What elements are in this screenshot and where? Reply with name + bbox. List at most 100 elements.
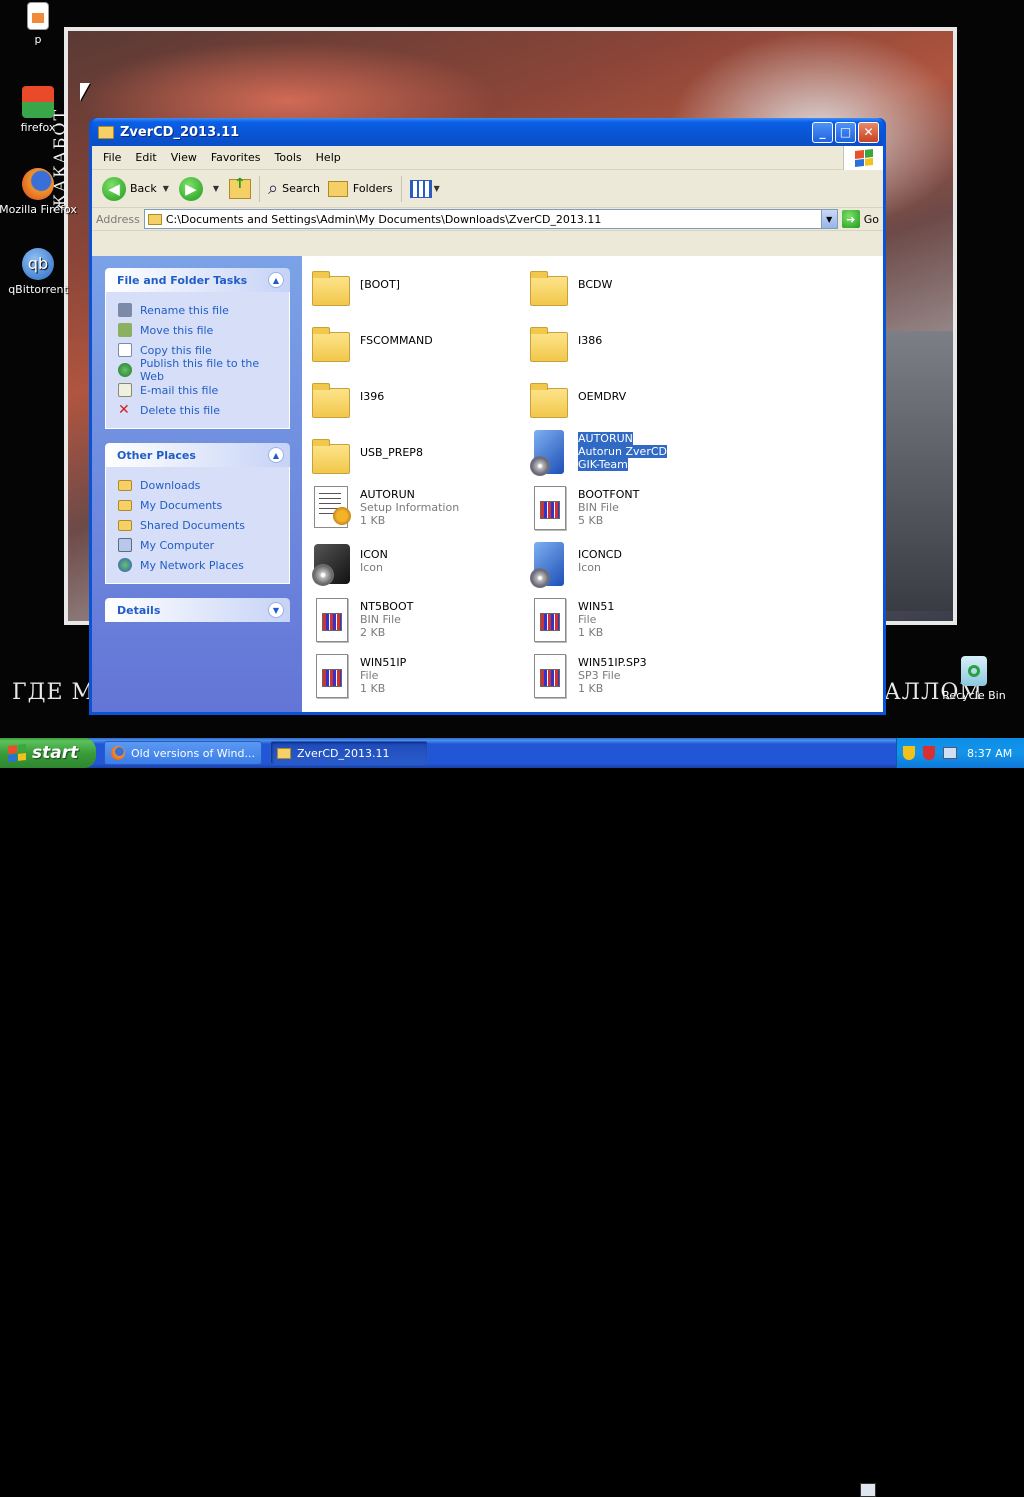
file-size: 2 KB [360, 626, 386, 639]
toolbar-separator [400, 175, 402, 202]
address-dropdown-icon[interactable]: ▼ [820, 210, 837, 228]
disc-icon [310, 540, 352, 588]
place-label: My Network Places [140, 558, 244, 572]
file-item[interactable]: NT5BOOT BIN File 2 KB [310, 596, 520, 648]
details-header[interactable]: Details ▼ [105, 598, 290, 622]
security-alert-icon[interactable] [923, 746, 935, 760]
file-item[interactable]: BOOTFONT BIN File 5 KB [528, 484, 738, 536]
folders-button[interactable]: Folders [324, 174, 397, 204]
menu-file[interactable]: File [96, 151, 128, 164]
search-icon: ⌕ [268, 178, 279, 199]
file-item[interactable]: USB_PREP8 [310, 434, 520, 486]
keyboard-icon[interactable] [860, 1483, 876, 1497]
bin-file-icon [528, 484, 570, 532]
file-item[interactable]: WIN51 File 1 KB [528, 596, 738, 648]
place-my-network[interactable]: My Network Places [118, 555, 281, 575]
task-move[interactable]: Move this file [118, 320, 281, 340]
file-name: ICONCD [578, 548, 622, 561]
start-label: start [32, 743, 79, 763]
file-line3: GIK-Team [578, 458, 628, 471]
recycle-bin-icon [961, 656, 987, 686]
task-label: Copy this file [140, 343, 212, 357]
desktop-icon-firefox[interactable]: firefox [0, 86, 78, 134]
network-tray-icon[interactable] [943, 747, 957, 759]
file-size: 1 KB [360, 514, 386, 527]
back-button[interactable]: ◀ Back [98, 174, 161, 204]
file-folder-tasks-panel: File and Folder Tasks ▲ Rename this file… [105, 268, 290, 429]
minimize-button[interactable]: _ [812, 121, 833, 143]
file-item[interactable]: WIN51IP File 1 KB [310, 652, 520, 704]
task-email[interactable]: E-mail this file [118, 380, 281, 400]
file-item[interactable]: BCDW [528, 266, 738, 318]
menu-view[interactable]: View [164, 151, 204, 164]
expand-chevron-icon[interactable]: ▼ [268, 602, 284, 618]
file-item[interactable]: OEMDRV [528, 378, 738, 430]
desktop-icon-qbittorrent[interactable]: qb qBittorrent [0, 248, 78, 296]
taskbar-button-firefox[interactable]: Old versions of Wind... [104, 741, 262, 765]
go-button[interactable]: ➜ Go [841, 210, 879, 228]
file-list: [BOOT] BCDW FSCOMMAND I386 I396 OEMDRV U… [302, 256, 883, 712]
place-downloads[interactable]: Downloads [118, 475, 281, 495]
close-button[interactable]: ✕ [858, 121, 879, 143]
window-titlebar[interactable]: ZverCD_2013.11 _ □ ✕ [92, 118, 883, 146]
place-shared-documents[interactable]: Shared Documents [118, 515, 281, 535]
place-my-computer[interactable]: My Computer [118, 535, 281, 555]
views-button[interactable]: ▼ [406, 174, 450, 204]
collapse-chevron-icon[interactable]: ▲ [268, 447, 284, 463]
collapse-chevron-icon[interactable]: ▲ [268, 272, 284, 288]
folder-icon [310, 378, 352, 426]
back-label: Back [130, 182, 157, 195]
task-publish[interactable]: Publish this file to the Web [118, 357, 281, 383]
menu-edit[interactable]: Edit [128, 151, 163, 164]
task-label: Rename this file [140, 303, 229, 317]
task-delete[interactable]: ✕ Delete this file [118, 400, 281, 420]
address-label: Address [96, 212, 140, 226]
address-field[interactable]: C:\Documents and Settings\Admin\My Docum… [143, 209, 838, 229]
desktop-icon-p[interactable]: p [0, 2, 78, 46]
desktop-icon-recycle-bin[interactable]: Recycle Bin [934, 656, 1014, 702]
forward-dropdown-icon[interactable]: ▼ [213, 184, 219, 193]
file-item[interactable]: ICONCD Icon [528, 540, 738, 592]
start-button[interactable]: start [0, 738, 96, 768]
go-label: Go [863, 212, 879, 226]
search-button[interactable]: ⌕ Search [264, 174, 324, 204]
taskbar-button-explorer[interactable]: ZverCD_2013.11 [270, 741, 428, 765]
maximize-button[interactable]: □ [835, 121, 856, 143]
taskbar: start Old versions of Wind... ZverCD_201… [0, 738, 1024, 1497]
file-folder-tasks-header[interactable]: File and Folder Tasks ▲ [105, 268, 290, 292]
file-item[interactable]: I396 [310, 378, 520, 430]
file-item[interactable]: [BOOT] [310, 266, 520, 318]
bin-file-icon [310, 596, 352, 644]
file-name: WIN51IP.SP3 [578, 656, 647, 669]
file-name: BOOTFONT [578, 488, 640, 501]
forward-button[interactable]: ▶ [175, 174, 211, 204]
file-item[interactable]: I386 [528, 322, 738, 374]
clock[interactable]: 8:37 AM [967, 747, 1012, 760]
desktop-icon-label: Recycle Bin [942, 689, 1006, 702]
up-folder-button[interactable]: ↑ [225, 174, 255, 204]
sp3-file-icon [528, 652, 570, 700]
menu-tools[interactable]: Tools [268, 151, 309, 164]
file-item[interactable]: WIN51IP.SP3 SP3 File 1 KB [528, 652, 738, 704]
computer-icon [118, 538, 132, 552]
globe-icon [118, 363, 132, 377]
folder-icon [310, 322, 352, 370]
file-item[interactable]: FSCOMMAND [310, 322, 520, 374]
go-arrow-icon: ➜ [841, 210, 860, 228]
security-shield-icon[interactable] [903, 746, 915, 760]
folder-icon [528, 322, 570, 370]
menu-favorites[interactable]: Favorites [204, 151, 268, 164]
file-item[interactable]: AUTORUN Setup Information 1 KB [310, 484, 520, 536]
folder-icon [310, 434, 352, 482]
toolbar-separator [259, 175, 261, 202]
place-my-documents[interactable]: My Documents [118, 495, 281, 515]
file-item-selected[interactable]: AUTORUN Autorun ZverCD GIK-Team [528, 428, 738, 480]
other-places-header[interactable]: Other Places ▲ [105, 443, 290, 467]
back-dropdown-icon[interactable]: ▼ [163, 184, 169, 193]
task-rename[interactable]: Rename this file [118, 300, 281, 320]
blue-disc-icon [528, 540, 570, 588]
folder-icon [118, 519, 132, 531]
file-item[interactable]: ICON Icon [310, 540, 520, 592]
menu-help[interactable]: Help [309, 151, 348, 164]
desktop-icon-mozilla-firefox[interactable]: Mozilla Firefox [0, 168, 78, 216]
